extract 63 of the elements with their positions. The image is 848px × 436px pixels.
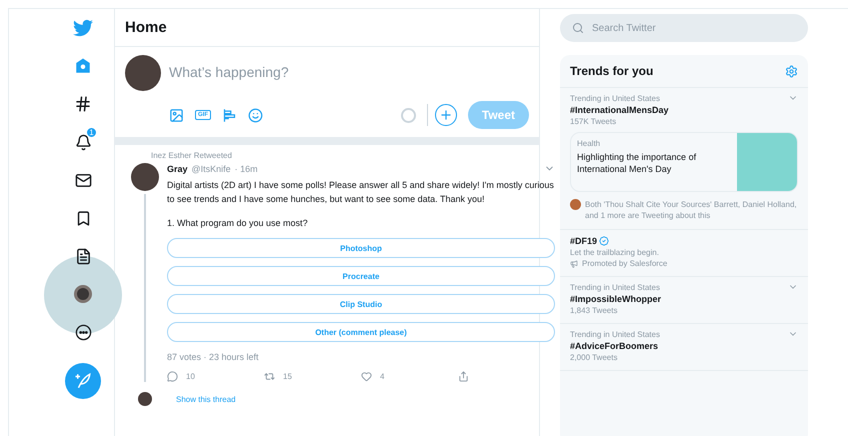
tweet-time: · 16m <box>234 164 258 174</box>
trend-context: Trending in United States <box>570 283 660 292</box>
tweet-count: 157K Tweets <box>570 117 616 126</box>
card-category: Health <box>577 139 600 148</box>
share-icon <box>458 371 469 382</box>
trend-name[interactable]: #ImpossibleWhopper <box>570 294 798 304</box>
author-avatar <box>131 163 159 191</box>
thread-avatar <box>138 392 152 406</box>
search-field[interactable]: Search Twitter <box>560 14 808 42</box>
trend-name[interactable]: #AdviceForBoomers <box>570 341 798 351</box>
reply-button[interactable]: 10 <box>167 371 264 382</box>
panel-title: Trends for you <box>570 64 654 78</box>
image-icon[interactable] <box>169 108 184 122</box>
tweeting-about-text: Both 'Thou Shalt Cite Your Sources' Barrett, Daniel Holland, and 1 more are Tweeting about this <box>585 199 798 221</box>
trend-description: Let the trailblazing begin. <box>570 248 659 257</box>
promoted-label: Promoted by Salesforce <box>570 259 668 268</box>
envelope-icon[interactable] <box>74 172 92 188</box>
megaphone-icon <box>570 260 578 268</box>
author-name[interactable]: Gray <box>167 164 188 174</box>
poll-option[interactable]: Procreate <box>167 266 555 286</box>
poll-option[interactable]: Clip Studio <box>167 294 555 314</box>
card-headline: Highlighting the importance of International Men's Day <box>577 151 698 175</box>
tweet-text: Digital artists (2D art) I have some polls! Please answer all 5 and share widely! I'm mostly curious to see trends and I have some hunches, but want to see some data. Thank you! <box>167 179 555 206</box>
more-icon[interactable] <box>74 324 92 340</box>
page-title: Home <box>115 9 539 47</box>
home-icon[interactable] <box>74 57 92 75</box>
trend-context: Trending in United States <box>570 94 660 103</box>
user-avatar <box>125 55 161 91</box>
list-icon[interactable] <box>74 248 92 264</box>
notification-badge: 1 <box>86 127 97 138</box>
search-icon <box>572 22 584 34</box>
trend-context: Trending in United States <box>570 330 660 339</box>
tweet-count: 1,843 Tweets <box>570 306 618 315</box>
heart-icon <box>361 371 372 382</box>
character-counter-icon <box>400 108 416 122</box>
bird-logo-icon[interactable] <box>73 18 93 38</box>
poll-icon[interactable] <box>222 108 237 122</box>
retweet-icon <box>264 371 275 382</box>
add-tweet-button[interactable] <box>434 104 457 126</box>
trend-name[interactable]: #InternationalMensDay <box>570 105 798 115</box>
poll-info: 87 votes · 23 hours left <box>167 352 260 362</box>
like-button[interactable]: 4 <box>361 371 458 382</box>
speech-bubble-icon <box>167 371 178 382</box>
verified-icon <box>599 236 610 246</box>
emoji-icon[interactable] <box>248 108 263 122</box>
news-card[interactable]: Health Highlighting the importance of International Men's Day <box>570 132 798 192</box>
plus-icon <box>438 108 453 122</box>
hashtag-icon[interactable] <box>74 95 92 113</box>
user-avatar <box>570 199 581 210</box>
retweet-button[interactable]: 15 <box>264 371 361 382</box>
poll-question: 1. What program do you use most? <box>167 217 309 230</box>
author-handle: @ItsKnife <box>192 164 231 174</box>
bell-icon[interactable] <box>74 134 92 150</box>
tweet-count: 2,000 Tweets <box>570 353 618 362</box>
poll-option[interactable]: Other (comment please) <box>167 322 555 342</box>
show-thread-link[interactable]: Show this thread <box>176 394 236 404</box>
retweet-context: Inez Esther Retweeted <box>151 151 233 160</box>
photo-placeholder <box>737 133 797 191</box>
trend-name[interactable]: #DF19 <box>570 236 798 246</box>
poll-option[interactable]: Photoshop <box>167 238 555 258</box>
settings-icon[interactable] <box>785 64 798 78</box>
compose-tweet-button[interactable] <box>65 363 101 399</box>
feather-plus-icon <box>74 372 92 390</box>
